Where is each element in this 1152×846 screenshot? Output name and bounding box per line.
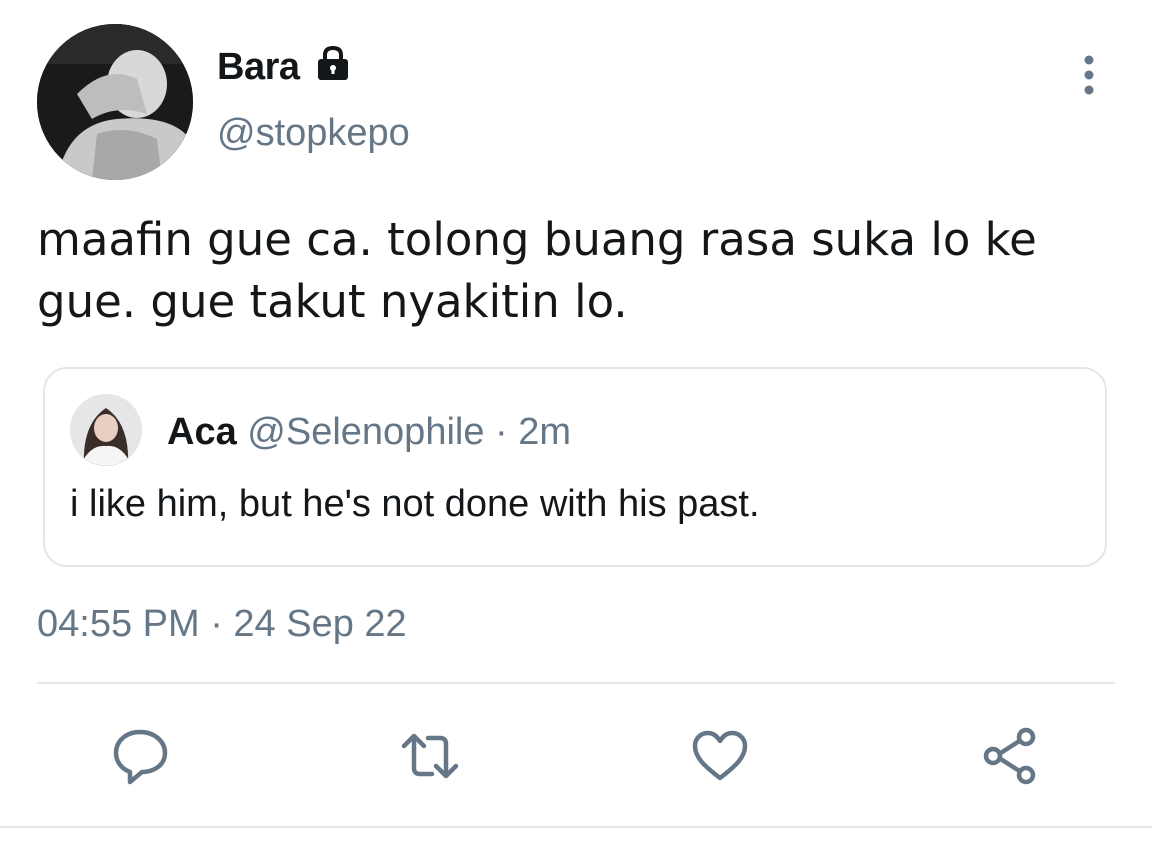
quoted-header: Aca @Selenophile · 2m	[167, 409, 571, 455]
author-display-name[interactable]: Bara	[217, 44, 300, 90]
quoted-time: 2m	[518, 411, 572, 453]
more-vertical-icon[interactable]	[1074, 54, 1104, 98]
quoted-tweet-card[interactable]: Aca @Selenophile · 2m i like him, but he…	[43, 367, 1107, 567]
reply-button[interactable]	[110, 726, 170, 786]
divider-bottom	[0, 826, 1152, 828]
like-button[interactable]	[690, 726, 750, 786]
quoted-text: i like him, but he's not done with his p…	[70, 483, 760, 525]
divider	[37, 682, 1115, 684]
tweet-timestamp: 04:55 PM · 24 Sep 22	[37, 603, 407, 645]
quoted-display-name[interactable]: Aca	[167, 411, 237, 453]
quoted-avatar-image	[70, 394, 142, 466]
retweet-icon	[401, 733, 459, 779]
quoted-author-avatar	[70, 394, 142, 466]
retweet-button[interactable]	[400, 726, 460, 786]
tweet-text: maafin gue ca. tolong buang rasa suka lo…	[37, 213, 1037, 328]
reply-icon	[113, 729, 168, 785]
quoted-handle[interactable]: @Selenophile	[247, 411, 484, 453]
share-button[interactable]	[980, 726, 1040, 786]
author-avatar[interactable]	[37, 24, 193, 180]
heart-icon	[692, 730, 748, 781]
share-icon	[983, 727, 1036, 785]
author-avatar-image	[37, 24, 193, 180]
lock-icon	[318, 45, 348, 80]
quoted-separator: ·	[495, 411, 508, 453]
author-handle[interactable]: @stopkepo	[217, 110, 410, 156]
